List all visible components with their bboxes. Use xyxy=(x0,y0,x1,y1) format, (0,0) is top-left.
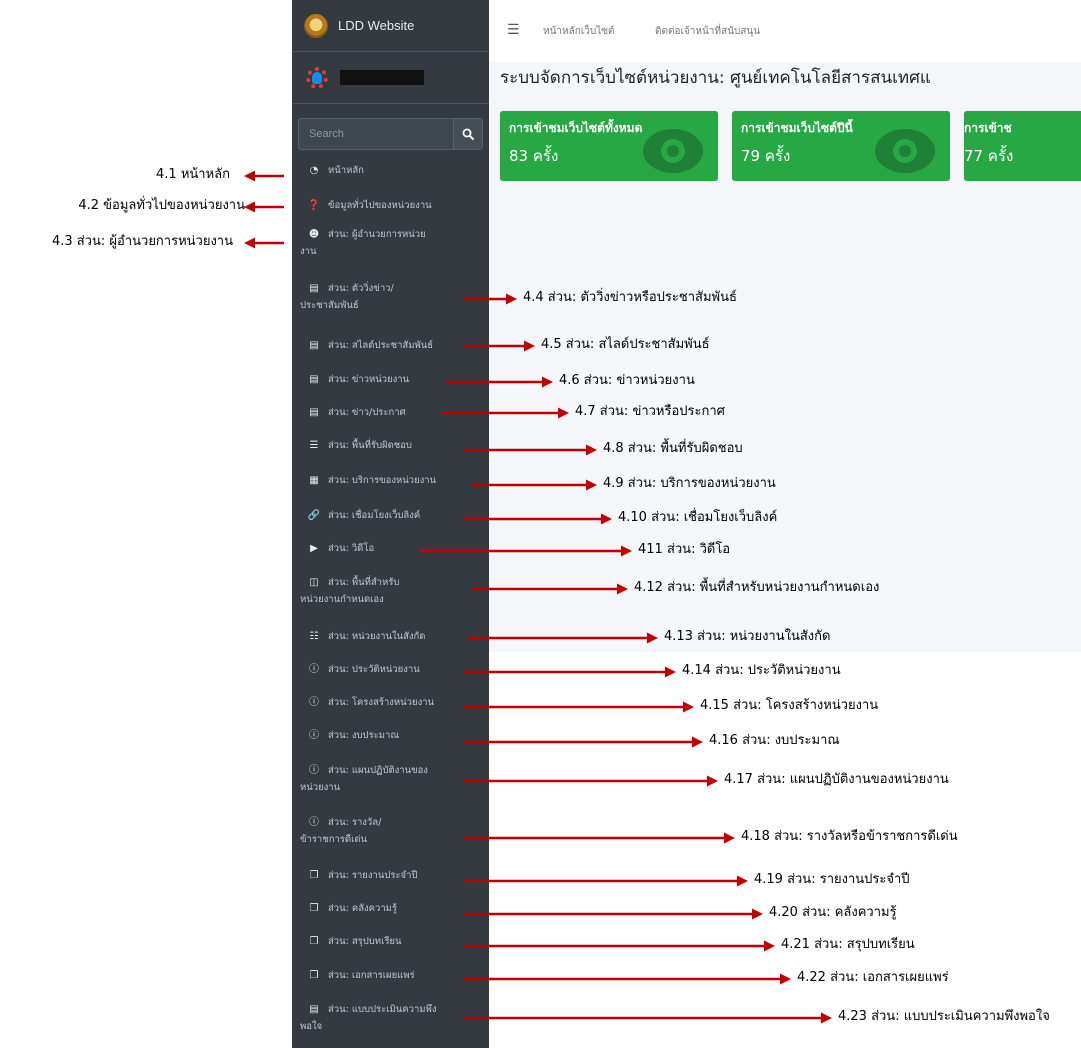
callout-right-20: 4.20 ส่วน: คลังความรู้ xyxy=(769,905,897,920)
callout-right-12: 4.12 ส่วน: พื้นที่สำหรับหน่วยงานกำหนดเอง xyxy=(634,580,880,595)
callout-arrow-left-2 xyxy=(244,201,284,213)
callout-arrow-right-5 xyxy=(464,340,535,352)
callout-arrow-right-12 xyxy=(472,583,628,595)
callout-left-2: 4.2 ข้อมูลทั่วไปของหน่วยงาน xyxy=(78,198,245,213)
callout-arrow-right-23 xyxy=(464,1012,832,1024)
callout-right-17: 4.17 ส่วน: แผนปฏิบัติงานของหน่วยงาน xyxy=(724,772,949,787)
callout-right-13: 4.13 ส่วน: หน่วยงานในสังกัด xyxy=(664,629,831,644)
callout-arrow-left-3 xyxy=(244,237,284,249)
callout-right-10: 4.10 ส่วน: เชื่อมโยงเว็บลิงค์ xyxy=(618,510,778,525)
annotation-arrows xyxy=(244,170,832,1024)
callout-right-11: 411 ส่วน: วิดีโอ xyxy=(638,542,731,557)
callout-arrow-left-1 xyxy=(244,170,284,182)
callout-right-7: 4.7 ส่วน: ข่าวหรือประกาศ xyxy=(575,404,725,419)
callout-arrow-right-17 xyxy=(464,775,718,787)
callout-right-4: 4.4 ส่วน: ตัววิ่งข่าวหรือประชาสัมพันธ์ xyxy=(523,290,737,305)
callout-arrow-right-20 xyxy=(464,908,763,920)
callout-right-14: 4.14 ส่วน: ประวัติหน่วยงาน xyxy=(682,663,841,678)
callout-right-22: 4.22 ส่วน: เอกสารเผยแพร่ xyxy=(797,970,949,985)
callout-right-19: 4.19 ส่วน: รายงานประจำปี xyxy=(754,872,910,887)
callout-arrow-right-18 xyxy=(464,832,735,844)
callout-arrow-right-7 xyxy=(442,407,569,419)
callout-right-6: 4.6 ส่วน: ข่าวหน่วยงาน xyxy=(559,373,695,388)
callout-arrow-right-19 xyxy=(464,875,748,887)
callout-arrow-right-22 xyxy=(464,973,791,985)
callout-arrow-right-6 xyxy=(446,376,553,388)
callout-right-16: 4.16 ส่วน: งบประมาณ xyxy=(709,733,840,748)
callout-arrow-right-4 xyxy=(464,293,517,305)
callout-right-18: 4.18 ส่วน: รางวัลหรือข้าราชการดีเด่น xyxy=(741,829,958,844)
callout-arrow-right-15 xyxy=(464,701,694,713)
callout-arrow-right-11 xyxy=(420,545,632,557)
callout-right-23: 4.23 ส่วน: แบบประเมินความพึงพอใจ xyxy=(838,1009,1050,1024)
callout-arrow-right-9 xyxy=(472,479,597,491)
callout-arrow-right-14 xyxy=(464,666,676,678)
callout-right-15: 4.15 ส่วน: โครงสร้างหน่วยงาน xyxy=(700,698,879,713)
callout-right-5: 4.5 ส่วน: สไลด์ประชาสัมพันธ์ xyxy=(541,337,710,352)
callout-left-3: 4.3 ส่วน: ผู้อำนวยการหน่วยงาน xyxy=(51,234,233,249)
callout-arrow-right-21 xyxy=(464,940,775,952)
callout-arrow-right-16 xyxy=(464,736,703,748)
callout-arrow-right-13 xyxy=(468,632,658,644)
callout-left-1: 4.1 หน้าหลัก xyxy=(156,167,230,182)
callout-arrow-right-8 xyxy=(464,444,597,456)
callout-right-21: 4.21 ส่วน: สรุปบทเรียน xyxy=(781,937,915,952)
callout-right-8: 4.8 ส่วน: พื้นที่รับผิดชอบ xyxy=(603,441,743,456)
callout-right-9: 4.9 ส่วน: บริการของหน่วยงาน xyxy=(603,476,776,491)
callout-arrow-right-10 xyxy=(464,513,612,525)
